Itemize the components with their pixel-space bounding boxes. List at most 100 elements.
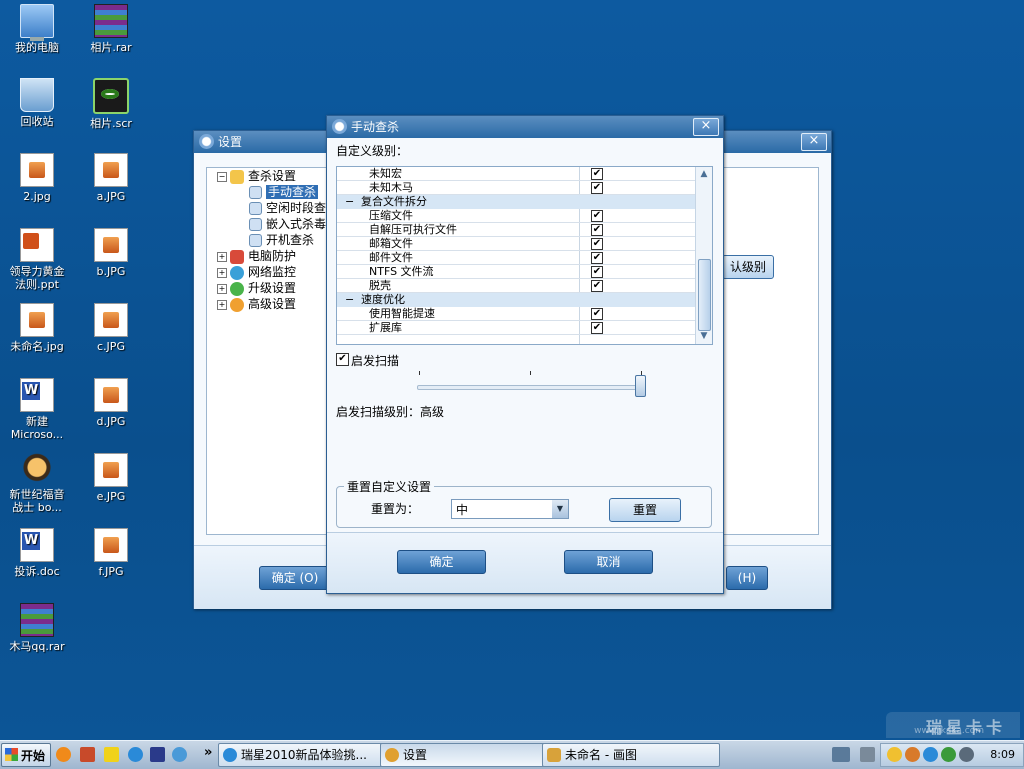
list-item[interactable]: 扩展库 ✔ [337, 321, 695, 335]
network-icon [230, 265, 244, 280]
desktop-icon-ejpg[interactable]: e.JPG [76, 453, 146, 503]
desktop-icon-recycle-bin[interactable]: 回收站 [2, 78, 72, 128]
settings-close-button[interactable]: × [801, 133, 827, 151]
dialog-footer [327, 532, 723, 593]
slider-thumb[interactable] [635, 375, 646, 397]
desktop-icon-trojan-rar[interactable]: 木马qq.rar [2, 603, 72, 653]
list-item[interactable]: 未知木马 ✔ [337, 181, 695, 195]
heuristic-slider[interactable] [417, 370, 647, 398]
chevron-down-icon[interactable]: ▼ [552, 500, 568, 518]
desktop-icon-ppt[interactable]: 领导力黄金 法则.ppt [2, 228, 72, 291]
tree-node-scan-settings[interactable]: − 查杀设置 [217, 168, 296, 184]
desktop-icon-2jpg[interactable]: 2.jpg [2, 153, 72, 203]
quicklaunch-app-icon[interactable] [80, 747, 95, 762]
media-player-icon[interactable] [172, 747, 187, 762]
tree-node-embedded-scan[interactable]: 嵌入式杀毒 [249, 216, 326, 232]
list-item-label: 脱壳 [369, 279, 391, 292]
desktop-icon-new-word[interactable]: 新建 Microso... [2, 378, 72, 441]
collapse-icon[interactable]: − [345, 195, 354, 209]
tree-node-idle-scan[interactable]: 空闲时段查 [249, 200, 326, 216]
option-checkbox[interactable]: ✔ [591, 224, 603, 236]
scroll-up-icon[interactable]: ▲ [698, 169, 710, 179]
screensaver-eye-icon [93, 78, 129, 114]
settings-ok-button[interactable]: 确定 (O) [259, 566, 331, 590]
tree-node-network-monitor[interactable]: + 网络监控 [217, 264, 296, 280]
dialog-close-button[interactable]: × [693, 118, 719, 136]
collapse-icon[interactable]: − [345, 293, 354, 307]
tree-node-boot-scan[interactable]: 开机查杀 [249, 232, 314, 248]
tree-node-advanced-settings[interactable]: + 高级设置 [217, 296, 296, 312]
settings-help-button[interactable]: (H) [726, 566, 768, 590]
powerpoint-file-icon [20, 228, 54, 262]
tray-icon[interactable] [959, 747, 974, 762]
desktop-icon-photos-rar[interactable]: 相片.rar [76, 4, 146, 54]
task-button-ie[interactable]: 瑞星2010新品体验挑... [218, 743, 396, 767]
keyboard-icon[interactable] [832, 747, 850, 762]
list-item[interactable]: 邮箱文件 ✔ [337, 237, 695, 251]
list-group-header[interactable]: − 速度优化 [337, 293, 695, 307]
tree-node-upgrade-settings[interactable]: + 升级设置 [217, 280, 296, 296]
quicklaunch-app-icon[interactable] [56, 747, 71, 762]
list-item[interactable]: 自解压可执行文件 ✔ [337, 223, 695, 237]
list-group-header[interactable]: − 复合文件拆分 [337, 195, 695, 209]
reset-level-select[interactable]: 中 ▼ [451, 499, 569, 519]
option-checkbox[interactable]: ✔ [591, 308, 603, 320]
heuristic-checkbox[interactable]: ✔ [336, 353, 349, 366]
list-item-label: 压缩文件 [369, 209, 413, 222]
desktop-icon-photos-scr[interactable]: 相片.scr [76, 78, 146, 130]
desktop-icon-my-computer[interactable]: 我的电脑 [2, 4, 72, 54]
option-checkbox[interactable]: ✔ [591, 322, 603, 334]
option-checkbox[interactable]: ✔ [591, 252, 603, 264]
tray-icon[interactable] [941, 747, 956, 762]
tray-icon[interactable] [923, 747, 938, 762]
collapse-icon: − [217, 171, 227, 182]
pen-icon[interactable] [860, 747, 875, 762]
scroll-thumb[interactable] [698, 259, 711, 331]
paint-icon [547, 748, 561, 762]
start-button[interactable]: 开始 [1, 743, 51, 767]
desktop-icon-complaint-doc[interactable]: 投诉.doc [2, 528, 72, 578]
desktop-icon-cjpg[interactable]: c.JPG [76, 303, 146, 353]
option-checkbox[interactable]: ✔ [591, 266, 603, 278]
list-item[interactable]: 压缩文件 ✔ [337, 209, 695, 223]
option-checkbox[interactable]: ✔ [591, 182, 603, 194]
task-button-paint[interactable]: 未命名 - 画图 [542, 743, 720, 767]
desktop-icon-fjpg[interactable]: f.JPG [76, 528, 146, 578]
slider-tick [530, 371, 531, 375]
desktop-icon-untitled-jpg[interactable]: 未命名.jpg [2, 303, 72, 353]
option-checkbox[interactable]: ✔ [591, 210, 603, 222]
quicklaunch-app-icon[interactable] [104, 747, 119, 762]
list-item[interactable]: 邮件文件 ✔ [337, 251, 695, 265]
desktop-icon-djpg[interactable]: d.JPG [76, 378, 146, 428]
option-checkbox[interactable]: ✔ [591, 168, 603, 180]
reset-button[interactable]: 重置 [609, 498, 681, 522]
slider-tick [419, 371, 420, 375]
list-item-label: 速度优化 [361, 293, 405, 306]
option-checkbox[interactable]: ✔ [591, 238, 603, 250]
tray-icon[interactable] [887, 747, 902, 762]
option-checkbox[interactable]: ✔ [591, 280, 603, 292]
list-item[interactable]: 使用智能提速 ✔ [337, 307, 695, 321]
quicklaunch-overflow[interactable]: » [204, 745, 212, 760]
desktop-icon-ajpg[interactable]: a.JPG [76, 153, 146, 203]
task-button-settings[interactable]: 设置 [380, 743, 558, 767]
list-item[interactable]: 未知宏 ✔ [337, 167, 695, 181]
clock[interactable]: 8:09 [990, 748, 1015, 761]
desktop-icon-music[interactable]: 新世纪福音 战士 bo... [2, 453, 72, 514]
tray-icon[interactable] [905, 747, 920, 762]
tree-node-manual-scan[interactable]: 手动查杀 [249, 184, 319, 200]
list-item[interactable]: 脱壳 ✔ [337, 279, 695, 293]
winrar-archive-icon [20, 603, 54, 637]
list-scrollbar[interactable]: ▲ ▼ [695, 167, 712, 344]
dialog-titlebar[interactable]: 手动查杀 × [327, 116, 723, 138]
default-level-button[interactable]: 认级别 [722, 255, 774, 279]
watermark: 瑞星卡卡 www.ikaka.com [886, 712, 1020, 738]
scroll-down-icon[interactable]: ▼ [698, 331, 710, 341]
list-item[interactable]: NTFS 文件流 ✔ [337, 265, 695, 279]
desktop-icon-bjpg[interactable]: b.JPG [76, 228, 146, 278]
show-desktop-icon[interactable] [150, 747, 165, 762]
dialog-ok-button[interactable]: 确定 [397, 550, 486, 574]
ie-icon[interactable] [128, 747, 143, 762]
dialog-cancel-button[interactable]: 取消 [564, 550, 653, 574]
tree-node-pc-protection[interactable]: + 电脑防护 [217, 248, 296, 264]
